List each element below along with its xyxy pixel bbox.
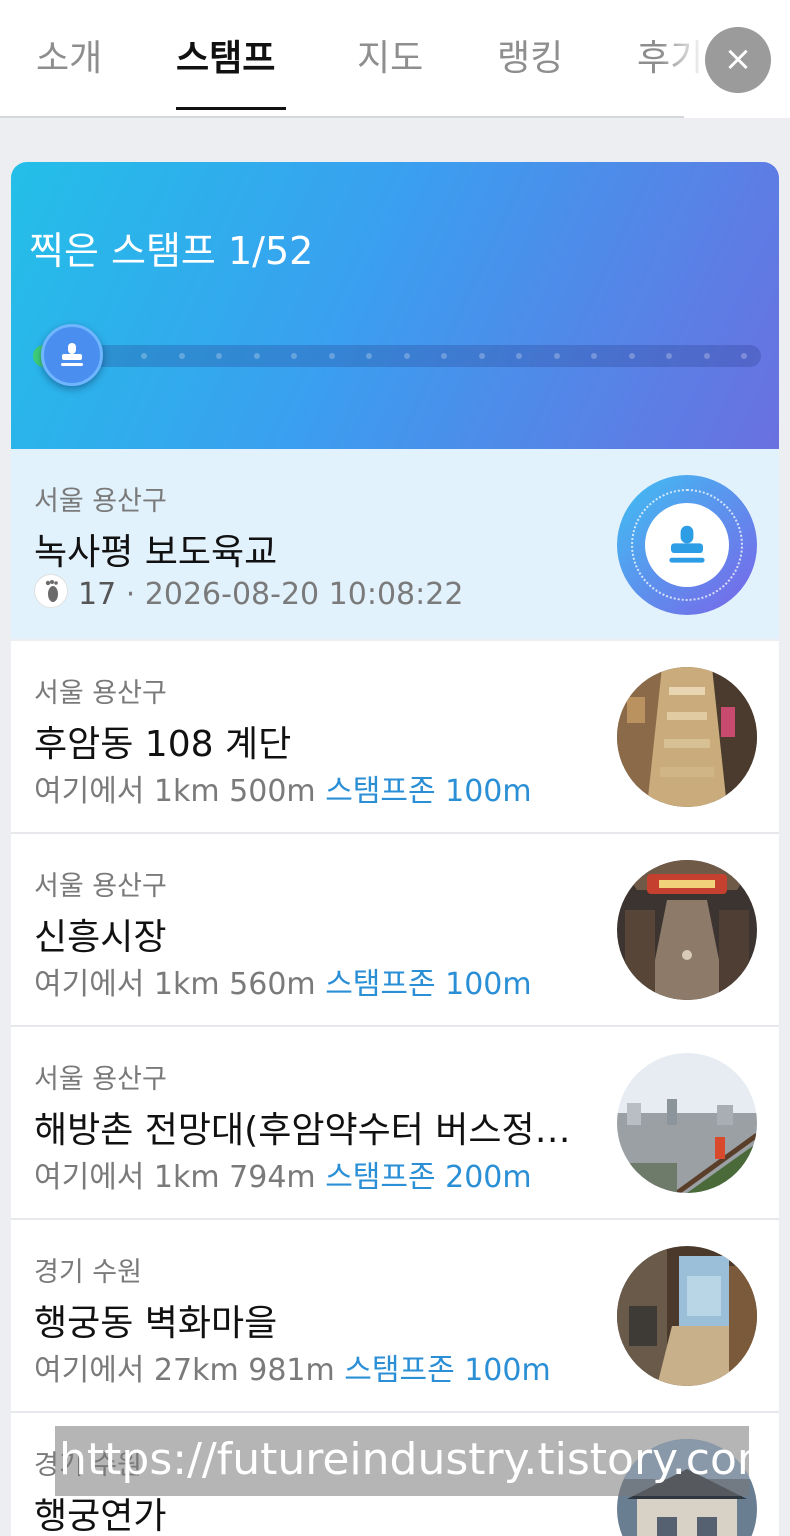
tab-ranking[interactable]: 랭킹	[497, 34, 563, 84]
progress-dot	[403, 353, 410, 359]
stamp-distance: 여기에서 1km 500m	[34, 774, 316, 809]
tab-bar-divider	[0, 116, 684, 118]
active-tab-indicator	[176, 107, 286, 110]
footprint-icon	[34, 574, 68, 608]
progress-dot	[553, 353, 560, 359]
stamp-icon	[61, 343, 83, 366]
stamp-distance: 여기에서 1km 560m	[34, 967, 316, 1002]
stamp-name: 녹사평 보도육교	[34, 532, 278, 573]
stamp-zone: 스탬프존 200m	[325, 1160, 532, 1195]
step-count: 17	[78, 577, 117, 612]
stamp-region: 경기 수원	[34, 1257, 142, 1288]
stamp-list-item-1[interactable]: 서울 용산구 후암동 108 계단 여기에서 1km 500m 스탬프존 100…	[11, 641, 779, 832]
stamp-meta: 여기에서 1km 560m 스탬프존 100m	[34, 959, 532, 1003]
stamp-zone: 스탬프존 100m	[344, 1353, 551, 1388]
place-thumbnail	[617, 860, 757, 1000]
progress-stamp-knob	[41, 324, 103, 386]
stamp-region: 서울 용산구	[34, 1064, 167, 1095]
stamp-region: 서울 용산구	[34, 678, 167, 709]
stamp-region: 서울 용산구	[34, 486, 167, 517]
progress-dot	[328, 353, 335, 359]
progress-dot	[666, 353, 672, 359]
watermark-overlay: https://futureindustry.tistory.com	[55, 1426, 780, 1496]
stamp-list-item-3[interactable]: 서울 용산구 해방촌 전망대(후암약수터 버스정… 여기에서 1km 794m …	[11, 1027, 779, 1218]
stamp-name: 해방촌 전망대(후암약수터 버스정…	[34, 1110, 571, 1151]
progress-dot	[141, 353, 147, 359]
stamp-meta: 여기에서 1km 500m 스탬프존 100m	[34, 766, 532, 810]
progress-dot	[628, 353, 635, 359]
tab-stamp[interactable]: 스탬프	[176, 34, 275, 84]
stamp-name: 후암동 108 계단	[34, 724, 292, 765]
progress-dot	[178, 353, 185, 359]
stamp-meta: 여기에서 1km 794m 스탬프존 200m	[34, 1152, 532, 1196]
stamp-distance: 여기에서 1km 794m	[34, 1160, 316, 1195]
stamp-icon	[669, 525, 705, 563]
progress-dot	[741, 353, 747, 359]
progress-dot	[441, 353, 447, 359]
progress-dot	[516, 353, 522, 359]
close-icon: ×	[723, 39, 753, 79]
stamp-name: 신흥시장	[34, 917, 167, 958]
stamp-name: 행궁동 벽화마을	[34, 1303, 278, 1344]
stamp-list-item-0[interactable]: 서울 용산구 녹사평 보도육교 17 · 2026-08-20 10:08:22	[11, 449, 779, 639]
stamp-list-item-2[interactable]: 서울 용산구 신흥시장 여기에서 1km 560m 스탬프존 100m	[11, 834, 779, 1025]
progress-dot	[366, 353, 372, 359]
progress-dot	[216, 353, 222, 359]
place-thumbnail	[617, 1053, 757, 1193]
progress-dot	[703, 353, 710, 359]
place-thumbnail	[617, 1246, 757, 1386]
meta-separator: ·	[116, 577, 145, 612]
stamp-zone: 스탬프존 100m	[325, 774, 532, 809]
tab-bar: 소개 스탬프 지도 랭킹 후기 ×	[0, 0, 790, 118]
stamp-list-item-4[interactable]: 경기 수원 행궁동 벽화마을 여기에서 27km 981m 스탬프존 100m	[11, 1220, 779, 1411]
progress-dot	[291, 353, 297, 359]
progress-dot	[478, 353, 485, 359]
stamp-progress-card: 찍은 스탬프 1/52	[11, 162, 779, 449]
stamp-distance: 여기에서 27km 981m	[34, 1353, 335, 1388]
stamp-meta: 17 · 2026-08-20 10:08:22	[34, 574, 463, 612]
place-thumbnail	[617, 667, 757, 807]
progress-dot	[591, 353, 597, 359]
tab-map[interactable]: 지도	[357, 34, 423, 84]
stamp-zone: 스탬프존 100m	[325, 967, 532, 1002]
progress-dot	[253, 353, 260, 359]
tab-intro[interactable]: 소개	[36, 34, 102, 84]
close-button[interactable]: ×	[705, 27, 771, 93]
stamp-meta: 여기에서 27km 981m 스탬프존 100m	[34, 1345, 551, 1389]
stamp-timestamp: 2026-08-20 10:08:22	[144, 577, 464, 612]
stamp-region: 서울 용산구	[34, 871, 167, 902]
stamp-count-title: 찍은 스탬프 1/52	[29, 229, 314, 273]
stamped-badge	[617, 475, 757, 615]
